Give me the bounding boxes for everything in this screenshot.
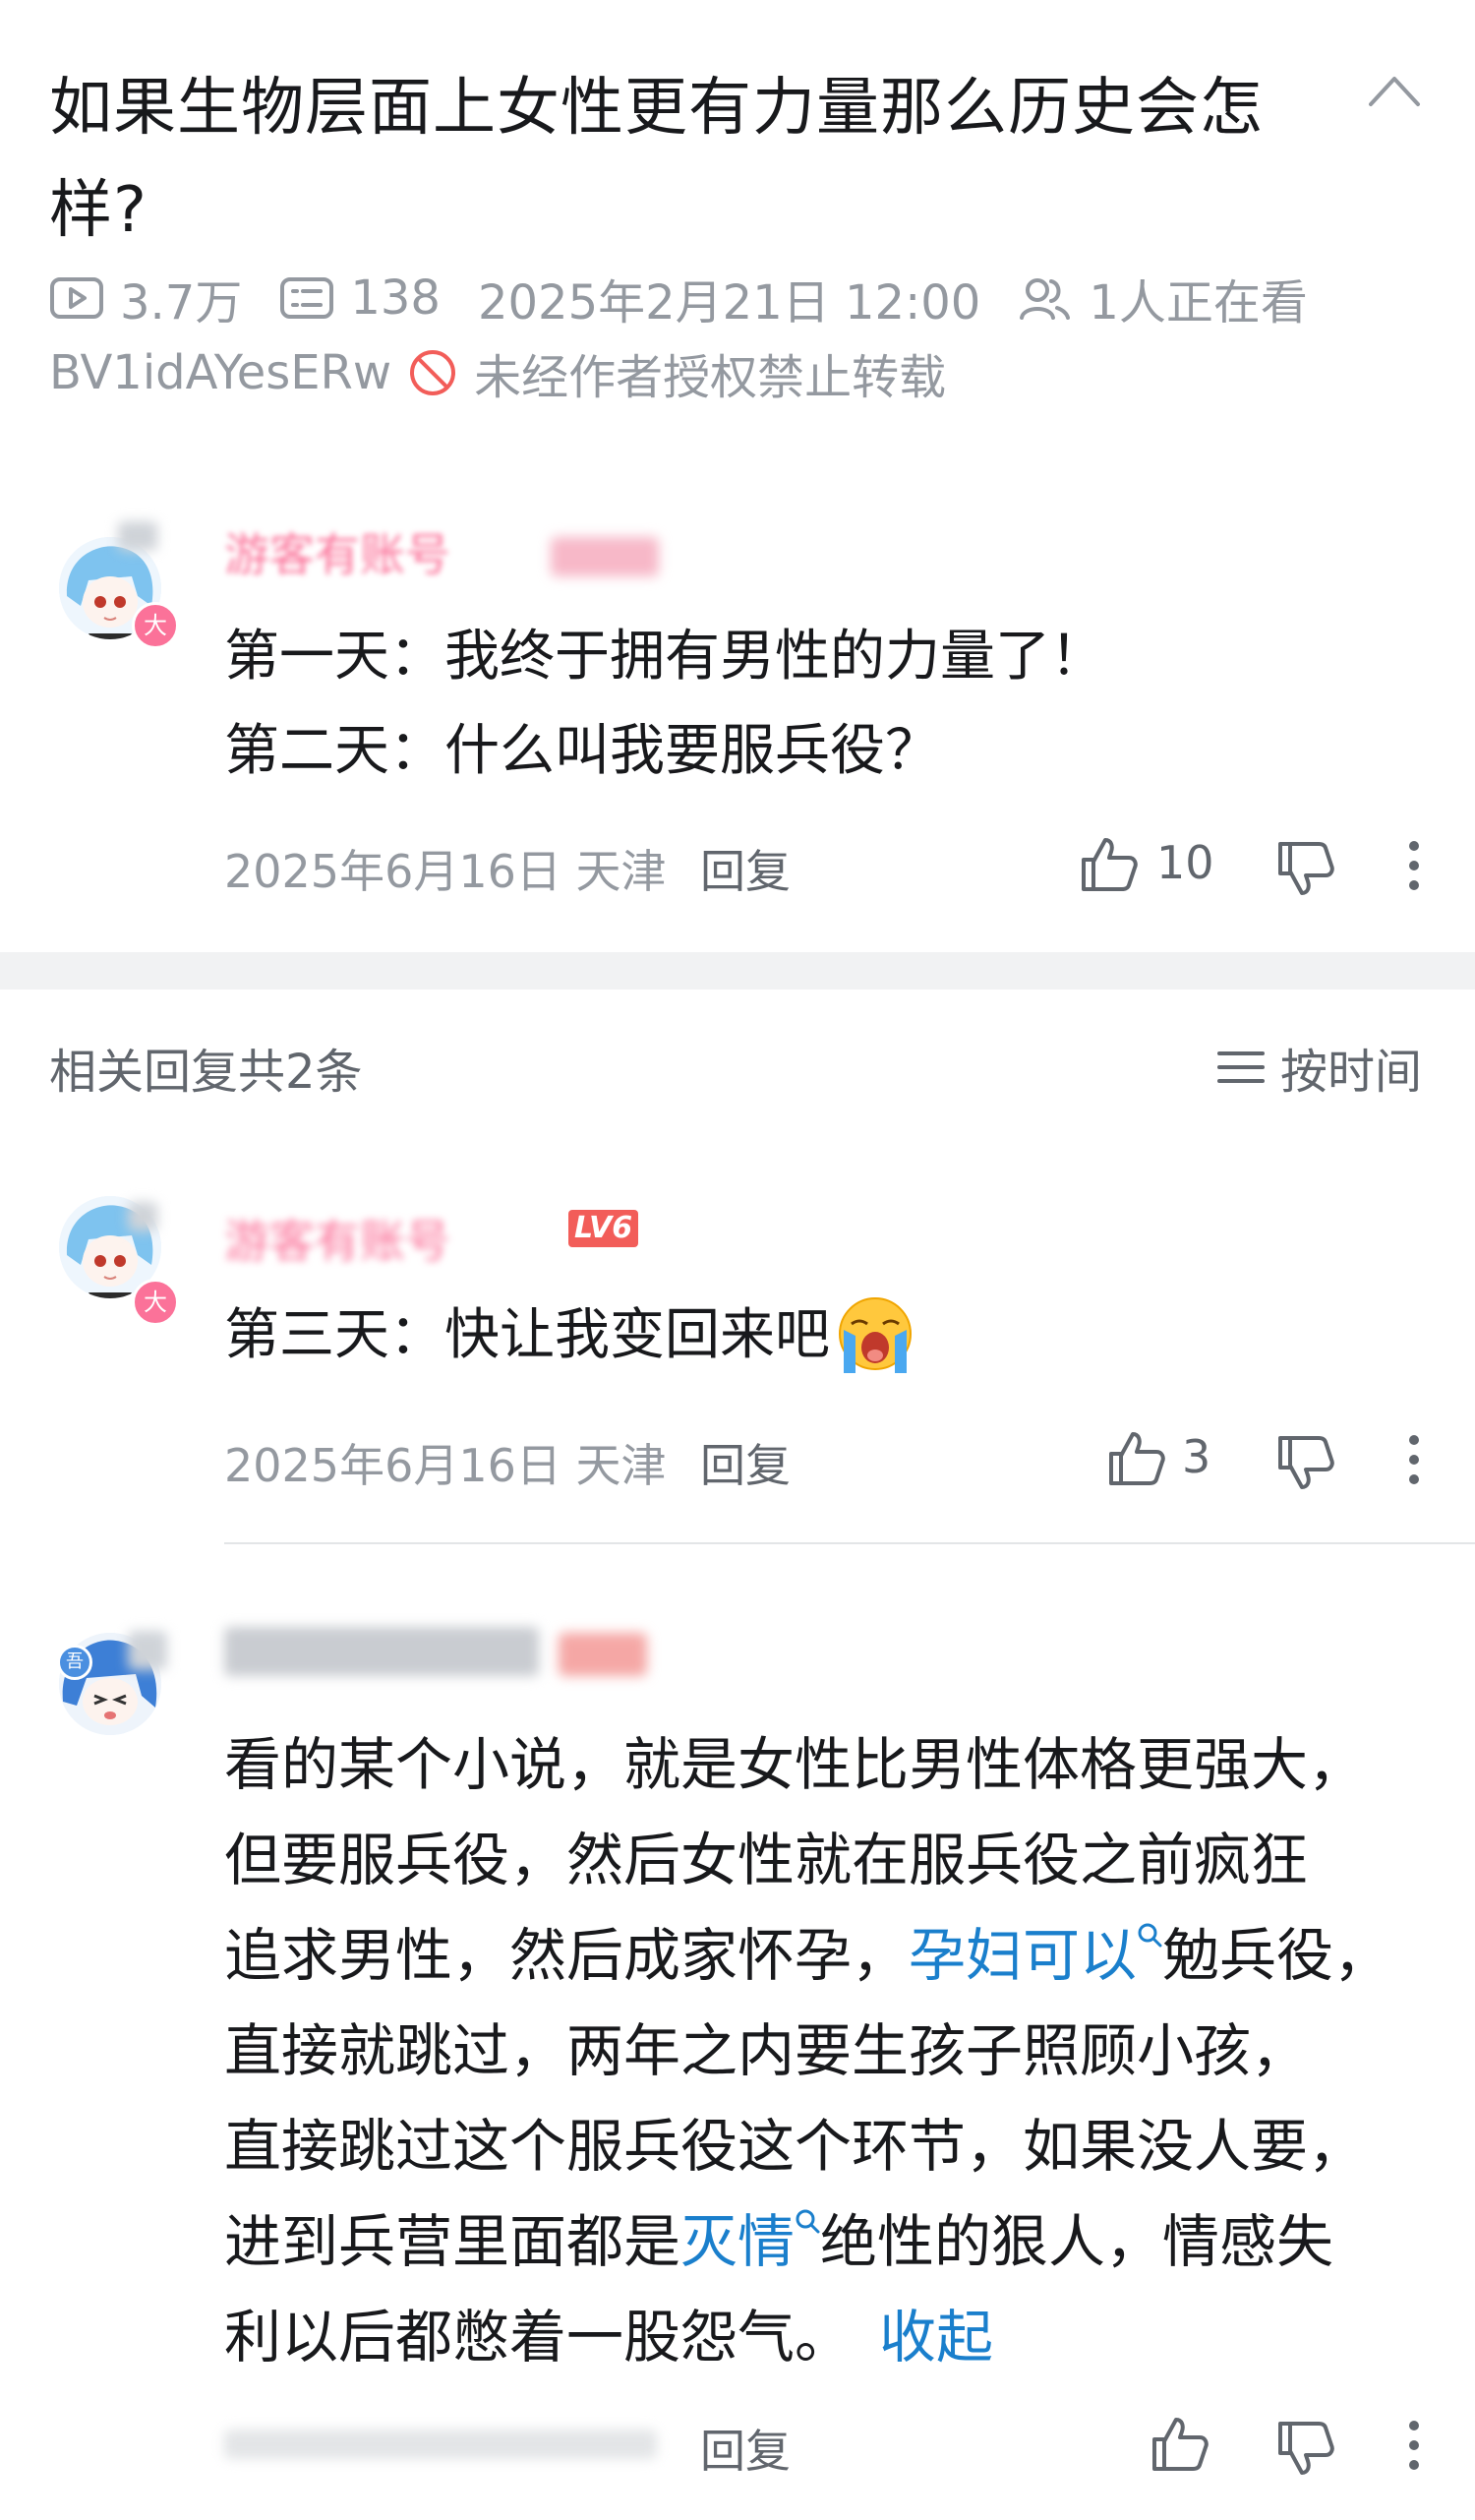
sort-icon: [1217, 1051, 1265, 1083]
reply-date-obscured: [224, 2430, 657, 2459]
search-icon[interactable]: [795, 2208, 820, 2238]
vip-badge: 大: [132, 602, 179, 649]
replies-count-label: 相关回复共2条: [49, 1045, 363, 1100]
play-count-icon: [50, 277, 103, 319]
view-count: 3.7万: [120, 275, 243, 330]
like-icon[interactable]: [1105, 1426, 1168, 1489]
section-separator: [0, 952, 1475, 990]
no-repost-icon: [410, 350, 456, 395]
sort-by-time-button[interactable]: 按时间: [1215, 1033, 1422, 1102]
dislike-icon[interactable]: [1274, 1432, 1337, 1495]
level-badge: LV6: [568, 1210, 639, 1247]
like-count: 10: [1156, 836, 1214, 889]
search-keyword-link[interactable]: 灭情: [680, 2208, 795, 2275]
vip-badge: 大: [132, 1279, 179, 1326]
reply-line: 利以后都憋着一股怨气。 收起: [224, 2304, 994, 2370]
more-options-icon[interactable]: [1402, 2418, 1426, 2473]
like-count: 3: [1182, 1430, 1211, 1483]
crying-face-emoji-icon: [839, 1297, 912, 1373]
bvid: BV1idAYesERw: [49, 345, 392, 400]
search-keyword-link[interactable]: 孕妇可以: [909, 1922, 1137, 1989]
collapse-link[interactable]: 收起: [879, 2304, 993, 2370]
danmaku-count: 138: [350, 270, 441, 326]
reply-username-obscured[interactable]: [224, 1627, 539, 1676]
video-stats-row: 3.7万 138 2025年2月21日 12:00 1人正在看: [49, 264, 1308, 332]
level-badge-obscured: [559, 1633, 647, 1676]
chevron-up-icon[interactable]: [1367, 71, 1422, 110]
comment-location: 天津: [575, 845, 667, 898]
reply-divider: [224, 1542, 1475, 1544]
dislike-icon[interactable]: [1274, 2418, 1337, 2481]
viewers-icon: [1020, 278, 1071, 320]
video-title: 如果生物层面上女性更有力量那么历史会怎 样?: [49, 72, 1264, 247]
sort-label: 按时间: [1280, 1045, 1423, 1100]
reply-line: 直接跳过这个服兵役这个环节，如果没人要，: [224, 2113, 1366, 2180]
comment-line-2: 第二天：什么叫我要服兵役？: [224, 719, 940, 783]
level-badge-obscured: [551, 537, 659, 576]
more-options-icon[interactable]: [1402, 838, 1426, 893]
reply-line: 直接就跳过，两年之内要生孩子照顾小孩，: [224, 2017, 1309, 2084]
like-icon[interactable]: [1078, 832, 1141, 895]
like-icon[interactable]: [1149, 2412, 1211, 2475]
comment-line-1: 第一天：我终于拥有男性的力量了！: [224, 625, 1105, 689]
comment-username[interactable]: 游客有账号: [224, 519, 450, 584]
video-id-row: BV1idAYesERw 未经作者授权禁止转载: [49, 338, 946, 407]
reply-line: 看的某个小说，就是女性比男性体格更强大，: [224, 1731, 1366, 1798]
reply-line: 但要服兵役，然后女性就在服兵役之前疯狂: [224, 1827, 1309, 1893]
reply-button[interactable]: 回复: [700, 2416, 791, 2481]
redacted-mark: [128, 1202, 157, 1231]
reply-text: 第三天：快让我变回来吧: [224, 1289, 920, 1383]
reply-long-text: 看的某个小说，就是女性比男性体格更强大， 但要服兵役，然后女性就在服兵役之前疯狂…: [224, 1717, 1390, 2385]
reply-button[interactable]: 回复: [700, 836, 791, 901]
reply-button[interactable]: 回复: [700, 1430, 791, 1495]
danmaku-icon: [280, 277, 334, 319]
reply-date: 2025年6月16日 天津: [224, 1439, 667, 1492]
reply-line: 追求男性，然后成家怀孕，孕妇可以 勉兵役，: [224, 1922, 1391, 1989]
reply-line: 进到兵营里面都是灭情 绝性的狠人，情感失: [224, 2208, 1334, 2275]
search-icon[interactable]: [1137, 1922, 1162, 1951]
watching-now: 1人正在看: [1089, 275, 1308, 330]
redacted-mark: [128, 1631, 167, 1670]
publish-date: 2025年2月21日 12:00: [477, 275, 981, 330]
reply-location: 天津: [575, 1439, 667, 1492]
avatar-badge: 吾: [57, 1645, 92, 1680]
more-options-icon[interactable]: [1402, 1432, 1426, 1487]
comment-date: 2025年6月16日 天津: [224, 845, 667, 898]
reply-username[interactable]: 游客有账号: [224, 1206, 450, 1271]
dislike-icon[interactable]: [1274, 838, 1337, 901]
redacted-mark: [118, 521, 157, 551]
copyright-notice: 未经作者授权禁止转载: [474, 350, 947, 405]
